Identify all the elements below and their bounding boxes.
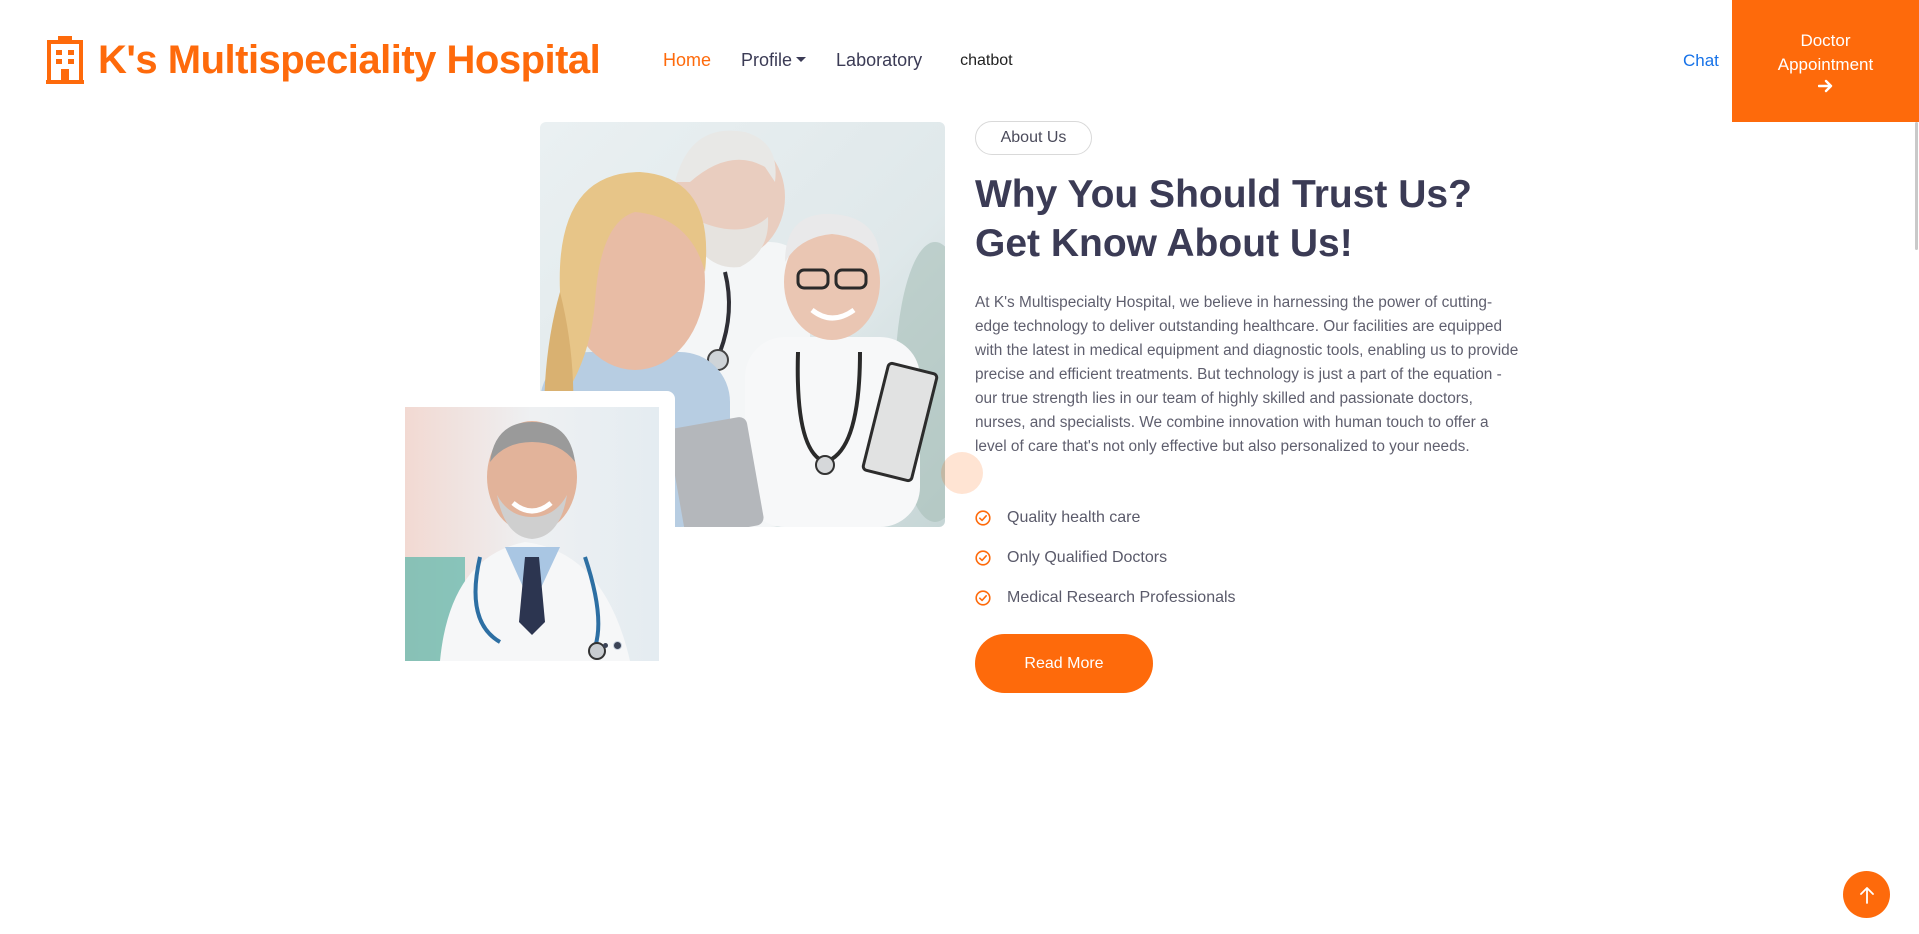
nav-item-laboratory[interactable]: Laboratory xyxy=(836,50,922,71)
nav-item-profile-label: Profile xyxy=(741,50,793,70)
about-paragraph: At K's Multispecialty Hospital, we belie… xyxy=(975,294,1519,455)
feature-label: Quality health care xyxy=(1007,509,1141,526)
check-circle-icon xyxy=(975,550,991,566)
nav-item-profile[interactable]: Profile xyxy=(741,50,807,71)
navbar: K's Multispeciality Hospital Home Profil… xyxy=(0,0,1919,122)
chat-link[interactable]: Chat xyxy=(1683,51,1719,71)
feature-item: Only Qualified Doctors xyxy=(975,538,1236,578)
brand-logo[interactable]: K's Multispeciality Hospital xyxy=(46,36,601,84)
doctor-appointment-button[interactable]: Doctor Appointment xyxy=(1732,0,1919,122)
caret-down-icon xyxy=(796,56,807,62)
feature-label: Only Qualified Doctors xyxy=(1007,549,1168,566)
appointment-label-line1: Doctor xyxy=(1800,31,1851,50)
page: K's Multispeciality Hospital Home Profil… xyxy=(0,0,1919,934)
carousel-dot-active[interactable] xyxy=(614,642,621,649)
page-scrollbar[interactable] xyxy=(1915,122,1918,250)
carousel-dot[interactable] xyxy=(603,643,608,648)
feature-item: Medical Research Professionals xyxy=(975,578,1236,618)
about-us-tag: About Us xyxy=(975,121,1092,155)
smiling-doctor-photo xyxy=(405,407,659,661)
check-circle-icon xyxy=(975,510,991,526)
carousel-dots xyxy=(603,642,621,649)
feature-item: Quality health care xyxy=(975,498,1236,538)
appointment-label-line2: Appointment xyxy=(1777,55,1874,74)
main-nav: Home Profile Laboratory chatbot xyxy=(663,50,1043,71)
arrow-up-icon xyxy=(1859,886,1874,904)
brand-name: K's Multispeciality Hospital xyxy=(98,37,601,82)
smiling-doctor-image xyxy=(405,407,659,661)
check-circle-icon xyxy=(975,590,991,606)
read-more-button[interactable]: Read More xyxy=(975,634,1153,693)
heading-line1: Why You Should Trust Us? xyxy=(975,173,1472,216)
heading-line2: Get Know About Us! xyxy=(975,222,1353,265)
feature-list: Quality health care Only Qualified Docto… xyxy=(975,498,1236,618)
nav-item-chatbot[interactable]: chatbot xyxy=(960,52,1012,70)
arrow-right-icon xyxy=(1817,79,1832,93)
hospital-building-icon xyxy=(46,36,84,84)
back-to-top-button[interactable] xyxy=(1843,871,1890,918)
section-heading: Why You Should Trust Us? Get Know About … xyxy=(975,170,1535,268)
nav-item-home[interactable]: Home xyxy=(663,50,711,71)
feature-label: Medical Research Professionals xyxy=(1007,589,1236,606)
